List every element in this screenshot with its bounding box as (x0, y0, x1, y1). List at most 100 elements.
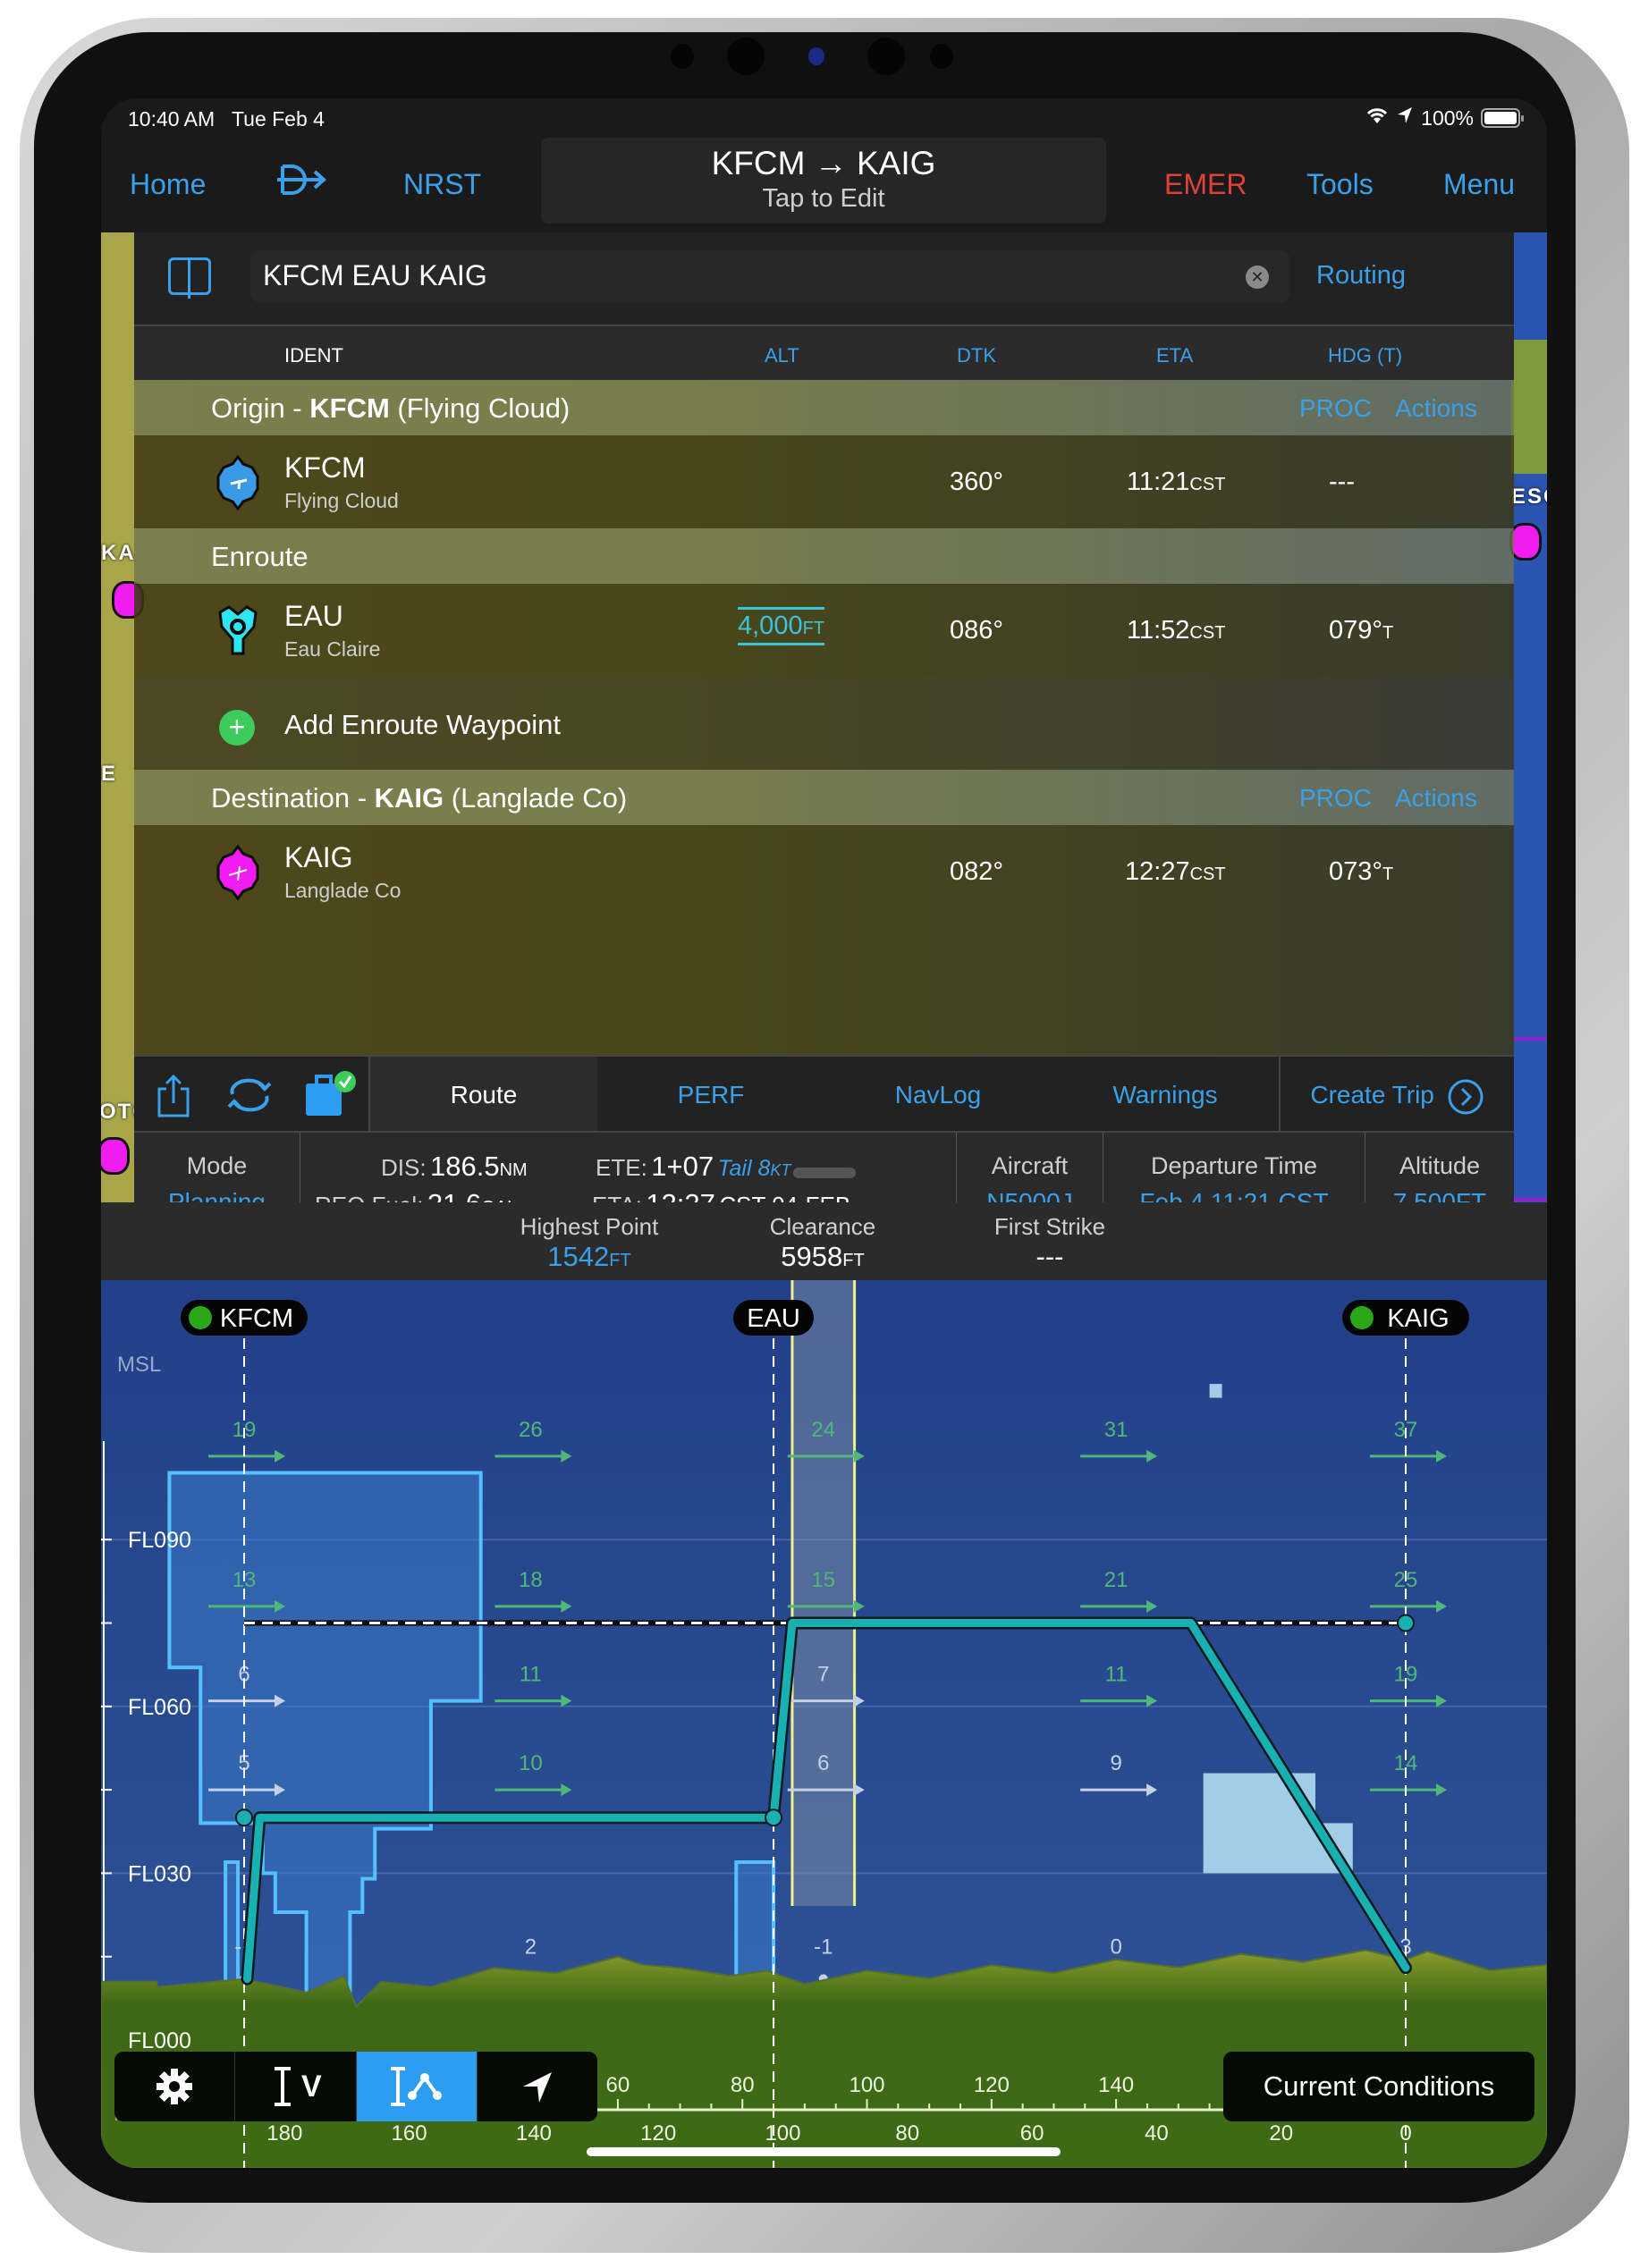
ete-stat: ETE: 1+07 Tail 8KT (596, 1151, 790, 1183)
routing-button[interactable]: Routing (1316, 261, 1406, 291)
map-left-edge[interactable]: KA E OTC (101, 232, 148, 1202)
wind-unit: KT (770, 1161, 791, 1179)
direct-to-button[interactable] (275, 161, 327, 206)
highest-point-label: Highest Point (520, 1213, 659, 1240)
origin-prefix: Origin - (211, 392, 310, 424)
map-right-edge[interactable]: ESC (1509, 232, 1547, 1202)
wind-speed-label: 31 (1104, 1418, 1129, 1442)
nrst-button[interactable]: NRST (403, 168, 481, 201)
settings-button[interactable] (114, 2052, 236, 2121)
waypoint-altitude-button[interactable]: 4,000FT (738, 607, 825, 645)
destination-ident: KAIG (374, 782, 444, 814)
col-hdg[interactable]: HDG (T) (1328, 344, 1402, 367)
origin-proc-button[interactable]: PROC (1299, 394, 1372, 423)
waypoint-pill[interactable]: KAIG (1342, 1300, 1469, 1336)
waypoint-row[interactable]: KFCM Flying Cloud 360° 11:21CST --- (134, 435, 1514, 528)
waypoint-pill-label: EAU (747, 1304, 800, 1333)
time-band (791, 1280, 855, 1906)
wind-speed-label: 9 (1110, 1751, 1121, 1775)
distance-stat: DIS: 186.5NM (381, 1151, 528, 1183)
destination-prefix: Destination - (211, 782, 375, 814)
home-indicator[interactable] (587, 2147, 1061, 2156)
top-nav-bar: Home NRST KFCM → KAIG Tap to Edit EMER T… (101, 136, 1547, 232)
eta-tz: CST (1189, 623, 1226, 643)
status-dot (189, 1306, 212, 1329)
wind-speed-label: 11 (1105, 1663, 1128, 1687)
i-beam-icon (275, 2067, 292, 2106)
first-strike-value: --- (1036, 1241, 1064, 1272)
x-tick-label: 120 (974, 2073, 1010, 2097)
waypoint-name: Langlade Co (284, 879, 402, 902)
profile-mode-button[interactable] (356, 2052, 478, 2121)
map-airspace-line (1511, 1037, 1547, 1041)
waypoint-eta: 11:52CST (1127, 616, 1225, 645)
current-conditions-button[interactable]: Current Conditions (1223, 2052, 1534, 2121)
vertical-profile-chart[interactable]: 191365-1261811102241576-1312111903725191… (101, 1280, 1547, 2168)
tab-perf[interactable]: PERF (597, 1057, 824, 1133)
map-label: E (101, 762, 118, 786)
waypoint-row[interactable]: KAIG Langlade Co 082° 12:27CST 073°T (134, 825, 1514, 1055)
remaining-distance-label: 120 (640, 2121, 676, 2146)
wind-speed-label: 15 (811, 1568, 835, 1592)
mode-label: Mode (186, 1152, 248, 1179)
remaining-distance-label: 140 (516, 2121, 552, 2146)
y-tick-label: FL090 (128, 1528, 191, 1553)
waypoint-pill[interactable]: EAU (733, 1300, 815, 1336)
add-enroute-waypoint-row[interactable]: + Add Enroute Waypoint (134, 677, 1514, 770)
clearance-value: 5958FT (733, 1241, 912, 1273)
towered-airport-icon (216, 455, 259, 510)
col-dtk[interactable]: DTK (957, 344, 996, 367)
wind-speed-label: 26 (519, 1418, 543, 1442)
emergency-button[interactable]: EMER (1164, 168, 1247, 201)
menu-button[interactable]: Menu (1443, 168, 1515, 201)
remaining-distance-label: 40 (1145, 2121, 1169, 2146)
gear-icon (156, 2069, 193, 2104)
highest-unit: FT (609, 1251, 631, 1270)
book-icon[interactable] (168, 257, 211, 299)
eta-tz: CST (1189, 475, 1226, 494)
destination-proc-button[interactable]: PROC (1299, 784, 1372, 813)
wind-speed-label: 11 (520, 1663, 542, 1687)
destination-actions-button[interactable]: Actions (1395, 784, 1477, 813)
waypoint-row[interactable]: EAU Eau Claire 4,000FT 086° 11:52CST 079… (134, 584, 1514, 677)
origin-actions-button[interactable]: Actions (1395, 394, 1477, 423)
home-button[interactable]: Home (130, 168, 206, 201)
alt-value: 4,000 (738, 611, 803, 640)
flight-plan-title-button[interactable]: KFCM → KAIG Tap to Edit (541, 138, 1106, 223)
track-up-button[interactable] (478, 2052, 597, 2121)
tab-navlog[interactable]: NavLog (824, 1057, 1052, 1133)
origin-ident: KFCM (309, 392, 390, 424)
path-waypoint-marker (1397, 1614, 1415, 1632)
dis-unit: NM (499, 1160, 528, 1180)
tools-button[interactable]: Tools (1306, 168, 1374, 201)
create-trip-button[interactable]: Create Trip (1281, 1057, 1514, 1133)
wind-speed-label: 6 (817, 1751, 829, 1775)
origin-label: Origin - KFCM (Flying Cloud) (211, 392, 570, 425)
drag-handle[interactable] (792, 1168, 856, 1178)
route-input[interactable]: KFCM EAU KAIG (250, 250, 1289, 302)
route-panel: KFCM EAU KAIG ✕ Routing IDENT ALT DTK ET… (134, 232, 1514, 1235)
reverse-route-icon[interactable] (224, 1076, 275, 1114)
highlight-band-layer (790, 1280, 857, 1906)
col-eta[interactable]: ETA (1156, 344, 1193, 367)
navigation-arrow-icon (522, 2072, 552, 2103)
clearance-number: 5958 (781, 1241, 843, 1272)
waypoint-pill[interactable]: KFCM (181, 1300, 308, 1336)
col-alt[interactable]: ALT (765, 344, 799, 367)
app-screen: 10:40 AM Tue Feb 4 100% Home NRST KFCM →… (101, 98, 1547, 2168)
altitude-label: Altitude (1399, 1152, 1481, 1179)
vertical-scale-button[interactable]: V (235, 2052, 357, 2121)
waypoint-ident: KFCM (284, 451, 366, 484)
route-toolbar: Route PERF NavLog Warnings Create Trip (134, 1055, 1514, 1133)
sensor-dot (867, 38, 905, 75)
tap-to-edit-label: Tap to Edit (762, 184, 885, 213)
temperature-label: 2 (525, 1935, 537, 1959)
briefcase-check-icon[interactable] (304, 1069, 358, 1119)
tab-warnings[interactable]: Warnings (1052, 1057, 1279, 1133)
share-icon[interactable] (156, 1075, 191, 1119)
enroute-label: Enroute (211, 541, 309, 572)
tab-route[interactable]: Route (370, 1057, 597, 1133)
wind-component: Tail 8KT (718, 1156, 791, 1181)
clear-icon[interactable]: ✕ (1246, 266, 1269, 289)
map-airport-icon (1509, 523, 1542, 561)
